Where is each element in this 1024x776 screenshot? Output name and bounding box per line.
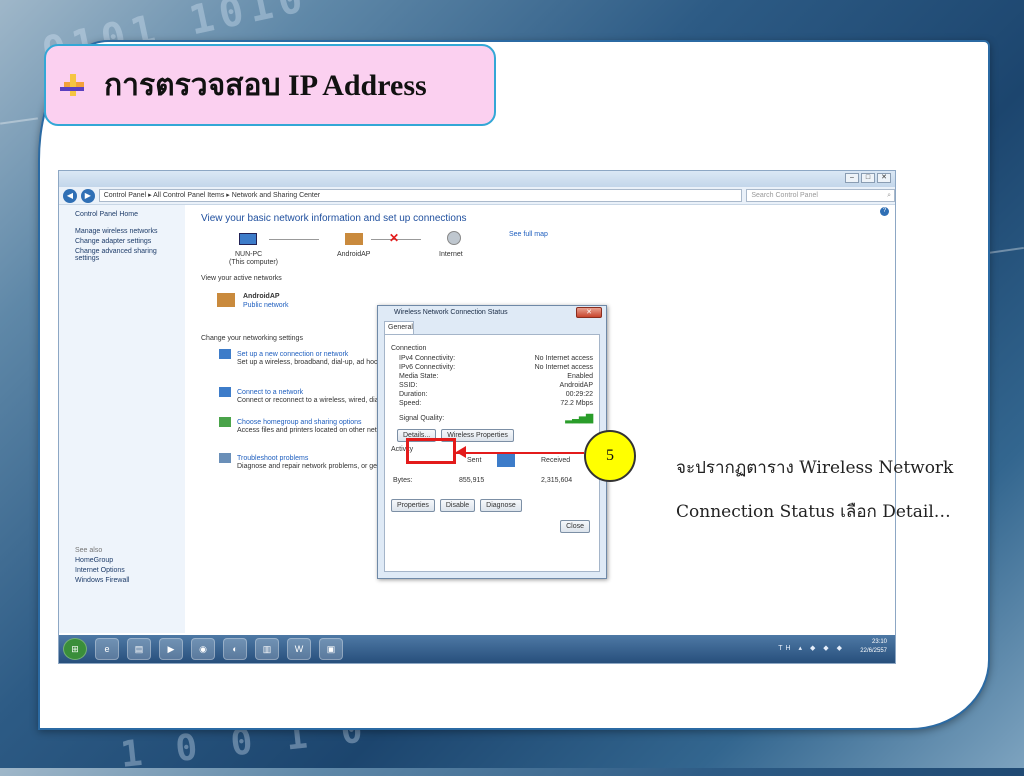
description-line-1: จะปรากฏตาราง Wireless Network [676,458,954,478]
task-new-connection: Set up a new connection or network Set up… [219,349,379,366]
task-title[interactable]: Choose homegroup and sharing options [237,419,362,426]
sent-label: Sent [467,457,482,464]
background-streak [0,117,38,125]
properties-button[interactable]: Properties [391,499,435,512]
slide-title: การตรวจสอบ IP Address [104,68,427,102]
description-line-2: Connection Status เลือก Detail… [676,502,951,522]
map-computer-label: NUN-PC [235,251,263,258]
app-icon[interactable]: ◐ [223,638,247,660]
activity-computer-icon [497,453,515,467]
explorer-icon[interactable]: ▥ [255,638,279,660]
status-row: Media State: Enabled [399,373,593,380]
page-heading: View your basic network information and … [201,213,467,224]
task-desc: Diagnose and repair network problems, or… [237,463,379,470]
disable-button[interactable]: Disable [439,499,476,512]
search-icon: ⌕ [887,192,891,199]
media-player-icon[interactable]: ▶ [159,638,183,660]
minimize-icon[interactable]: – [845,173,859,183]
control-panel-icon[interactable]: ▣ [319,638,343,660]
start-button-icon[interactable]: ⊞ [63,638,87,660]
task-connect: Connect to a network Connect or reconnect… [219,387,379,404]
details-highlight-box [406,438,456,464]
disconnected-icon: ✕ [389,231,400,245]
bytes-label: Bytes: [393,477,413,484]
computer-icon [239,233,257,245]
address-bar: ◀ ▶ Control Panel ▸ All Control Panel It… [59,187,895,205]
forward-icon[interactable]: ▶ [80,188,95,203]
task-desc: Connect or reconnect to a wireless, wire… [237,397,379,404]
map-computer-sub: (This computer) [229,259,279,266]
title-box: การตรวจสอบ IP Address [44,44,496,126]
clock[interactable]: 23:10 22/6/2557 [860,638,887,656]
router-icon [345,233,363,245]
map-internet-label: Internet [439,251,463,258]
system-tray[interactable]: TH ▴ ◆ ◆ ◆ [778,644,845,652]
browser-icon[interactable]: ◉ [191,638,215,660]
connection-label: Connection [391,345,427,352]
status-row: SSID: AndroidAP [399,382,593,389]
task-troubleshoot: Troubleshoot problems Diagnose and repair… [219,453,379,470]
main-panel: View your basic network information and … [197,205,895,633]
network-icon [219,387,231,397]
sidebar-item-wireless[interactable]: Manage wireless networks [75,228,185,235]
dialog-title: Wireless Network Connection Status [394,309,508,316]
word-icon[interactable]: W [287,638,311,660]
active-network-name: AndroidAP [243,293,280,300]
see-also-firewall[interactable]: Windows Firewall [75,577,129,584]
map-network-label: AndroidAP [337,251,371,258]
window-titlebar: – □ ✕ [59,171,895,187]
status-row: IPv4 Connectivity: No Internet access [399,355,593,362]
change-settings-label: Change your networking settings [201,335,303,342]
task-title[interactable]: Set up a new connection or network [237,351,348,358]
bytes-sent: 855,915 [459,477,485,484]
bench-network-icon [217,293,235,307]
homegroup-icon [219,417,231,427]
task-desc: Set up a wireless, broadband, dial-up, a… [237,359,379,366]
dialog-close-icon[interactable]: ✕ [576,307,602,318]
signal-row: Signal Quality: ▂▃▅▇ [399,413,593,423]
sidebar-item-home[interactable]: Control Panel Home [75,211,185,218]
status-row: IPv6 Connectivity: No Internet access [399,364,593,371]
bullet-icon [60,73,86,97]
diagnose-button[interactable]: Diagnose [480,499,522,512]
close-button[interactable]: Close [560,520,590,533]
maximize-icon[interactable]: □ [861,173,875,183]
bytes-received: 2,315,604 [541,477,573,484]
dialog-action-row: Properties Disable Diagnose [391,499,593,512]
see-also-label: See also [75,547,103,554]
step-number-badge: 5 [584,430,636,482]
help-icon[interactable]: ? [880,207,889,216]
back-icon[interactable]: ◀ [63,188,77,203]
active-network: AndroidAP Public network [217,293,289,309]
active-network-type[interactable]: Public network [243,302,289,309]
sidebar-item-sharing[interactable]: Change advanced sharing settings [75,248,175,262]
task-title[interactable]: Connect to a network [237,389,303,396]
see-also-internet-options[interactable]: Internet Options [75,567,129,574]
signal-icon: ▂▃▅▇ [565,413,593,423]
network-map: ✕ NUN-PC (This computer) AndroidAP Inter… [217,229,577,269]
received-label: Received [541,457,571,464]
sidebar-item-adapter[interactable]: Change adapter settings [75,238,185,245]
globe-icon [447,231,461,245]
search-input[interactable]: Search Control Panel ⌕ [746,189,895,202]
callout-arrow-line [456,452,584,454]
task-title[interactable]: Troubleshoot problems [237,455,308,462]
see-also-homegroup[interactable]: HomeGroup [75,557,129,564]
task-homegroup: Choose homegroup and sharing options Acce… [219,417,379,434]
taskbar: ⊞ e ▤ ▶ ◉ ◐ ▥ W ▣ TH ▴ ◆ ◆ ◆ 23:10 22/6/2… [59,635,895,663]
troubleshoot-icon [219,453,231,463]
tab-general[interactable]: General [384,321,414,335]
breadcrumb[interactable]: Control Panel ▸ All Control Panel Items … [98,189,743,202]
status-row: Speed: 72.2 Mbps [399,400,593,407]
callout-arrowhead [456,446,466,458]
connection-icon [219,349,231,359]
sidebar: Control Panel Home Manage wireless netwo… [59,205,185,633]
task-desc: Access files and printers located on oth… [237,427,379,434]
status-row: Duration: 00:29:22 [399,391,593,398]
close-icon[interactable]: ✕ [877,173,891,183]
folder-icon[interactable]: ▤ [127,638,151,660]
ie-icon[interactable]: e [95,638,119,660]
network-sharing-center-screenshot: – □ ✕ ◀ ▶ Control Panel ▸ All Control Pane… [58,170,896,664]
active-networks-label: View your active networks [201,275,282,282]
